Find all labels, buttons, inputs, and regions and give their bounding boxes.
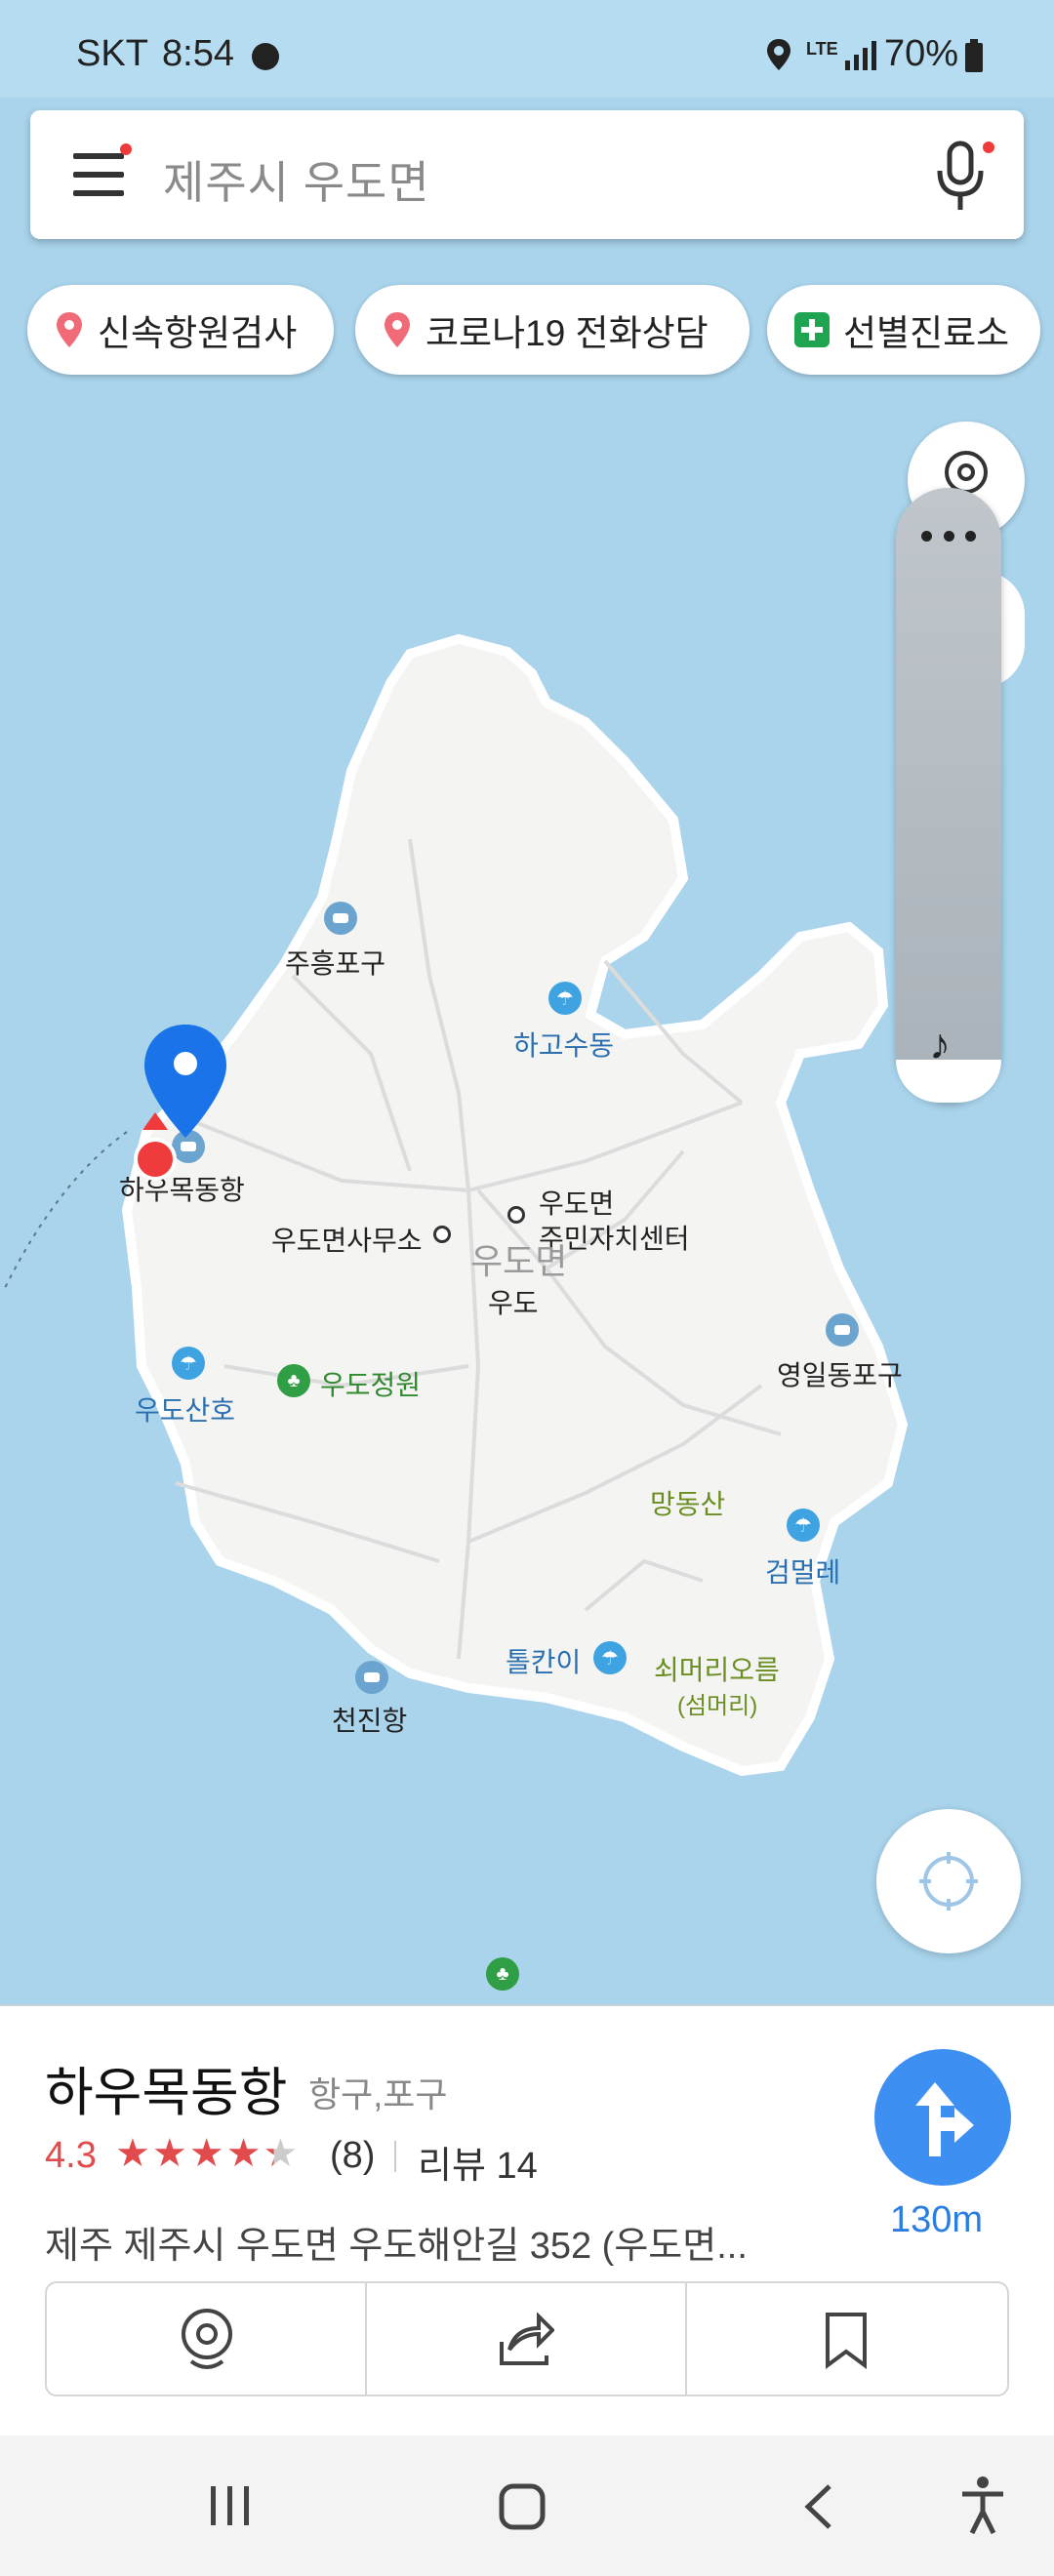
plus-cross-icon [794, 312, 830, 347]
review-count[interactable]: 리뷰 14 [418, 2135, 538, 2189]
chip-label: 선별진료소 [843, 313, 1010, 353]
bookmark-button[interactable] [685, 2281, 1009, 2396]
map-label-juheung[interactable]: 주흥포구 [285, 943, 385, 982]
map-label-seommeori: (섬머리) [677, 1693, 758, 1719]
chip-covid-phone-consult[interactable]: 코로나19 전화상담 [355, 285, 750, 375]
map-label-udo[interactable]: 우도 [488, 1282, 539, 1321]
map-label-tolkani[interactable]: 톨칸이 [506, 1641, 581, 1680]
street-view-action-button[interactable] [45, 2281, 367, 2396]
location-icon [767, 39, 790, 70]
menu-badge-dot [120, 143, 132, 155]
star-icon: ★ [225, 2132, 264, 2175]
network-type: LTE [806, 39, 838, 59]
battery-icon [965, 39, 983, 72]
distance-label: 130m [890, 2199, 984, 2240]
rating-stars: ★★★★★ [115, 2131, 300, 2176]
share-icon [500, 2313, 554, 2365]
map-label-mangdongsan[interactable]: 망동산 [650, 1483, 725, 1522]
chip-label: 신속항원검사 [98, 313, 298, 353]
search-input[interactable]: 제주시 우도면 [163, 147, 430, 212]
place-category: 항구,포구 [308, 2074, 448, 2114]
directions-icon [915, 2082, 974, 2156]
system-nav-bar [0, 2435, 1054, 2576]
music-note-icon[interactable]: ♪ [929, 1021, 951, 1069]
menu-icon[interactable] [73, 143, 132, 196]
beach-icon: ☂ [172, 1347, 205, 1380]
star-icon: ★ [263, 2132, 301, 2175]
map-label-udosanho[interactable]: 우도산호 [135, 1389, 235, 1429]
port-icon [826, 1313, 859, 1347]
map-label-hagosudong[interactable]: 하고수동 [513, 1025, 614, 1064]
crosshair-icon [919, 1852, 978, 1911]
current-location-marker [134, 1112, 177, 1181]
map-label-jumin-1[interactable]: 우도면 [539, 1183, 614, 1222]
pin-icon [385, 312, 410, 347]
ferry-route-line [4, 1131, 128, 1289]
place-name[interactable]: 하우목동항 [45, 2049, 287, 2126]
signal-icon [845, 41, 876, 70]
more-dots-icon[interactable] [921, 531, 976, 543]
map-label-geommeolle[interactable]: 검멀레 [765, 1551, 840, 1590]
divider [394, 2141, 396, 2172]
search-bar[interactable]: 제주시 우도면 [30, 110, 1024, 239]
map-label-yeongil[interactable]: 영일동포구 [777, 1354, 903, 1393]
accessibility-icon[interactable] [958, 2475, 1007, 2535]
star-icon: ★ [115, 2132, 152, 2175]
park-icon: ♣ [277, 1364, 310, 1397]
office-dot-icon [433, 1226, 451, 1243]
office-dot-icon [507, 1206, 525, 1224]
carrier-label: SKT [76, 33, 148, 74]
map-label-udojeongwon[interactable]: 우도정원 [320, 1364, 421, 1403]
chip-screening-clinic[interactable]: 선별진료소 [767, 285, 1040, 375]
map-label-cheonjin[interactable]: 천진항 [332, 1700, 407, 1739]
beach-icon: ☂ [787, 1509, 820, 1542]
bookmark-icon [826, 2313, 867, 2369]
notification-icon [252, 43, 279, 70]
beach-icon: ☂ [593, 1641, 627, 1674]
place-address: 제주 제주시 우도면 우도해안길 352 (우도면... [45, 2226, 748, 2267]
beach-icon: ☂ [548, 982, 582, 1015]
map-label-myeonsamuso[interactable]: 우도면사무소 [271, 1220, 423, 1259]
star-icon: ★ [188, 2132, 226, 2175]
battery-percent: 70% [884, 33, 959, 74]
recent-apps-icon[interactable] [207, 2484, 254, 2527]
park-icon: ♣ [486, 1957, 519, 1991]
map-label-soemeori[interactable]: 쇠머리오름 [654, 1649, 780, 1688]
share-button[interactable] [363, 2281, 687, 2396]
port-icon [324, 902, 357, 935]
microphone-icon[interactable] [930, 138, 998, 216]
map-label-udomyeon: 우도면 [470, 1241, 568, 1281]
chip-label: 코로나19 전화상담 [426, 313, 709, 353]
directions-button[interactable] [874, 2049, 1011, 2186]
pin-icon [57, 312, 82, 347]
back-icon[interactable] [800, 2482, 835, 2531]
floating-side-panel[interactable]: ♪ [896, 488, 1001, 1103]
star-icon: ★ [151, 2132, 189, 2175]
port-icon [355, 1661, 388, 1694]
status-bar: SKT 8:54 LTE 70% [0, 0, 1054, 98]
my-location-button[interactable] [876, 1809, 1021, 1953]
rating-value: 4.3 [45, 2135, 97, 2176]
home-icon[interactable] [498, 2482, 547, 2531]
clock: 8:54 [162, 33, 234, 74]
chip-rapid-antigen-test[interactable]: 신속항원검사 [27, 285, 334, 375]
rating-count: (8) [330, 2135, 376, 2176]
street-view-icon [182, 2309, 232, 2369]
